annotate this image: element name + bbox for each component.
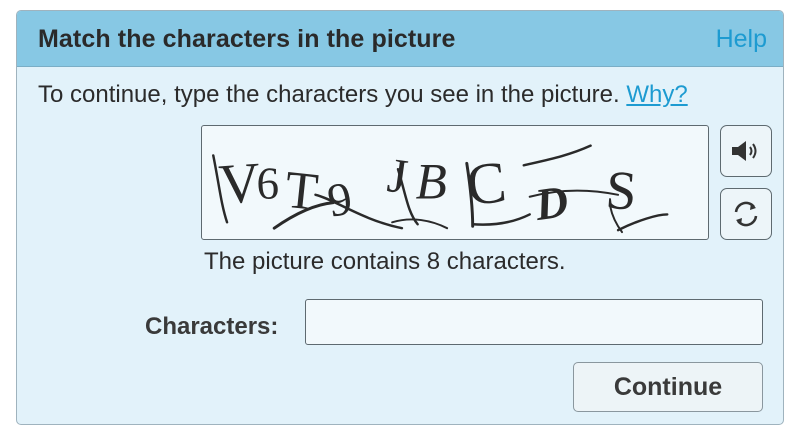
- captcha-char: D: [531, 176, 571, 230]
- captcha-char: B: [416, 154, 447, 211]
- captcha-image: V 6 T 9 J B C D S: [201, 125, 709, 240]
- why-link[interactable]: Why?: [626, 81, 687, 108]
- captcha-char: 6: [257, 159, 280, 209]
- instruction-text: To continue, type the characters you see…: [38, 81, 688, 109]
- captcha-dialog: Match the characters in the picture Help…: [16, 10, 784, 425]
- characters-input[interactable]: [305, 299, 763, 345]
- instruction-label: To continue, type the characters you see…: [38, 81, 620, 108]
- refresh-button[interactable]: [720, 188, 772, 240]
- audio-button[interactable]: [720, 125, 772, 177]
- captcha-char: J: [384, 147, 411, 204]
- character-count-text: The picture contains 8 characters.: [204, 248, 566, 275]
- continue-button[interactable]: Continue: [573, 362, 763, 412]
- captcha-char: S: [604, 159, 639, 222]
- speaker-icon: [732, 141, 757, 161]
- refresh-icon: [734, 201, 758, 227]
- dialog-header: Match the characters in the picture Help: [17, 11, 783, 67]
- help-link[interactable]: Help: [716, 25, 767, 54]
- dialog-title: Match the characters in the picture: [38, 25, 456, 53]
- captcha-svg: V 6 T 9 J B C D S: [212, 144, 669, 234]
- characters-label: Characters:: [145, 313, 279, 340]
